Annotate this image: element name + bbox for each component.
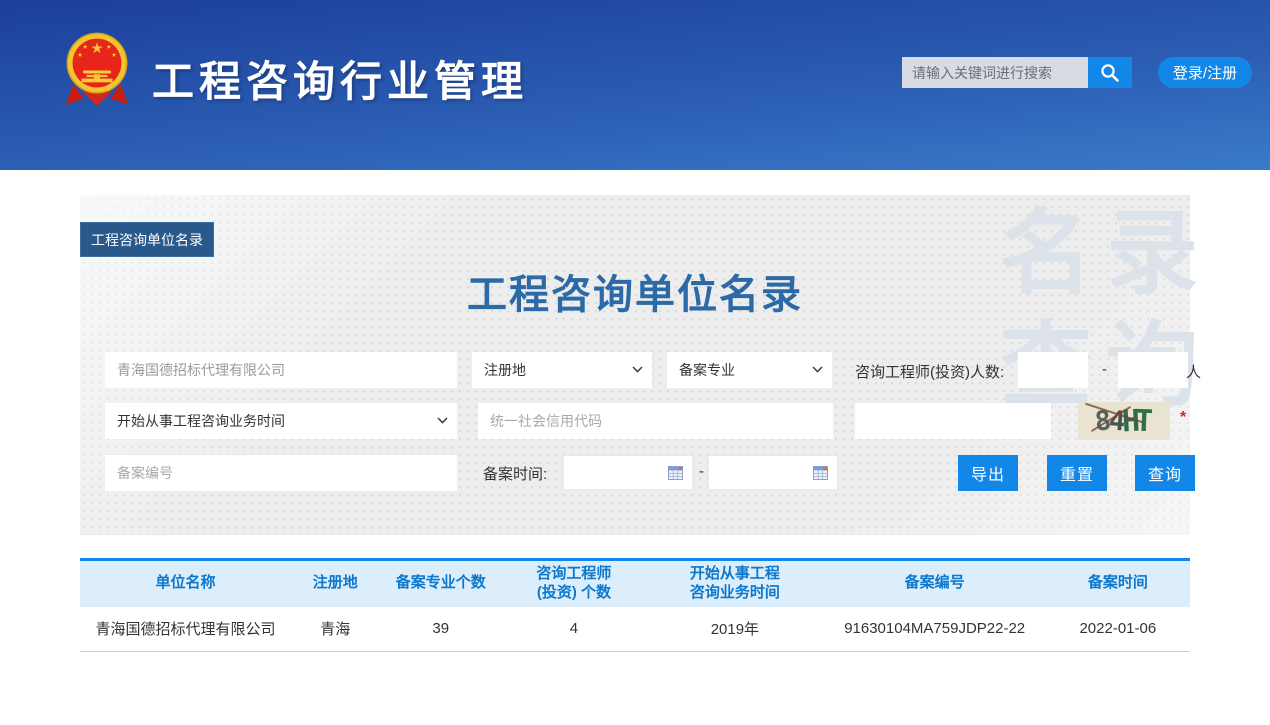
col-header-start-time: 开始从事工程 咨询业务时间: [646, 560, 824, 607]
header-search: [902, 57, 1132, 88]
export-button[interactable]: 导出: [958, 455, 1018, 491]
cell-registration-place: 青海: [291, 607, 380, 652]
search-input[interactable]: [902, 57, 1088, 88]
col-header-record-time: 备案时间: [1046, 560, 1190, 607]
required-asterisk: *: [1180, 409, 1186, 427]
col-header-unit-name: 单位名称: [80, 560, 291, 607]
col-header-engineer-count: 咨询工程师 (投资) 个数: [502, 560, 646, 607]
cell-specialty-count: 39: [380, 607, 502, 652]
search-button[interactable]: [1088, 57, 1132, 88]
cell-record-time: 2022-01-06: [1046, 607, 1190, 652]
cell-record-number: 91630104MA759JDP22-22: [824, 607, 1046, 652]
cell-unit-name: 青海国德招标代理有限公司: [80, 607, 291, 652]
engineer-count-range-dash: -: [1102, 361, 1107, 378]
captcha-image[interactable]: 8 4 H T: [1078, 402, 1170, 440]
reset-button[interactable]: 重置: [1047, 455, 1107, 491]
table-header-row: 单位名称 注册地 备案专业个数 咨询工程师 (投资) 个数 开始从事工程 咨询业…: [80, 560, 1190, 607]
registration-place-select-wrap: 注册地: [472, 352, 652, 388]
record-time-start-input[interactable]: [563, 455, 693, 490]
login-register-button[interactable]: 登录/注册: [1158, 57, 1252, 88]
cell-start-time: 2019年: [646, 607, 824, 652]
search-icon: [1099, 62, 1121, 84]
record-number-input[interactable]: [105, 455, 457, 491]
credit-code-input[interactable]: [478, 403, 833, 439]
national-emblem-icon: [60, 28, 134, 110]
tab-unit-directory[interactable]: 工程咨询单位名录: [80, 222, 214, 257]
record-time-range-dash: -: [699, 463, 704, 480]
table-row: 青海国德招标代理有限公司 青海 39 4 2019年 91630104MA759…: [80, 607, 1190, 652]
record-specialty-select-wrap: 备案专业: [667, 352, 832, 388]
calendar-icon[interactable]: [668, 466, 683, 480]
results-table: 单位名称 注册地 备案专业个数 咨询工程师 (投资) 个数 开始从事工程 咨询业…: [80, 558, 1190, 652]
registration-place-select[interactable]: 注册地: [472, 352, 652, 388]
tab-label: 工程咨询单位名录: [91, 230, 203, 250]
person-unit-label: 人: [1186, 361, 1201, 382]
record-specialty-select[interactable]: 备案专业: [667, 352, 832, 388]
start-business-time-select[interactable]: 开始从事工程咨询业务时间: [105, 403, 457, 439]
site-title: 工程咨询行业管理: [152, 48, 528, 109]
engineer-count-label: 咨询工程师(投资)人数:: [855, 361, 1004, 382]
page-title: 工程咨询单位名录: [80, 262, 1190, 320]
query-button[interactable]: 查询: [1135, 455, 1195, 491]
engineer-count-min-input[interactable]: [1018, 352, 1088, 388]
site-header: 工程咨询行业管理 登录/注册: [0, 0, 1270, 170]
engineer-count-max-input[interactable]: [1118, 352, 1188, 388]
record-time-end-input[interactable]: [708, 455, 838, 490]
cell-engineer-count: 4: [502, 607, 646, 652]
company-name-input[interactable]: [105, 352, 457, 388]
col-header-registration-place: 注册地: [291, 560, 380, 607]
record-time-label: 备案时间:: [483, 463, 547, 484]
col-header-record-number: 备案编号: [824, 560, 1046, 607]
start-business-time-select-wrap: 开始从事工程咨询业务时间: [105, 403, 457, 439]
captcha-input[interactable]: [855, 403, 1051, 439]
calendar-icon[interactable]: [813, 466, 828, 480]
page: 工程咨询行业管理 登录/注册 名录 查询 工程咨询单位名录 工程咨询单位名录 注…: [0, 0, 1270, 725]
col-header-specialty-count: 备案专业个数: [380, 560, 502, 607]
